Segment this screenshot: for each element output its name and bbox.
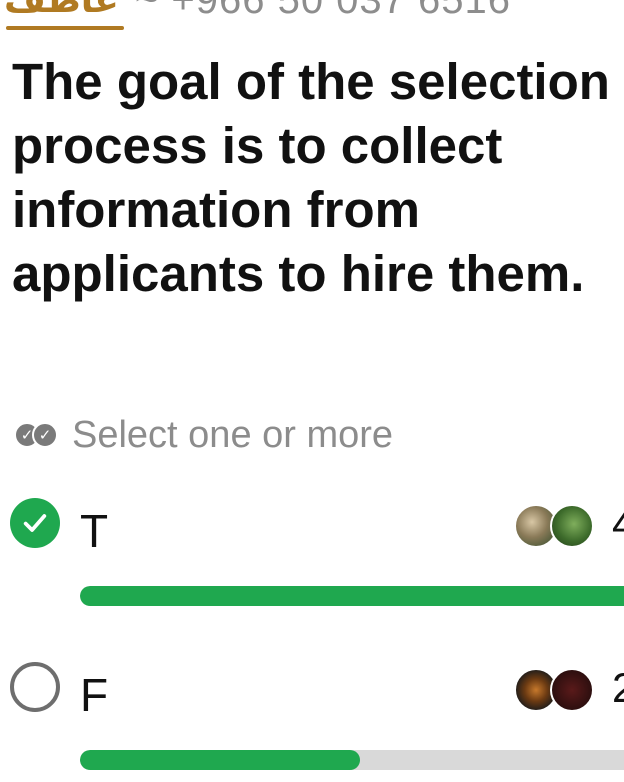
vote-bar-fill (80, 750, 360, 770)
vote-bar-track (80, 586, 624, 606)
sender-name-underline (6, 26, 124, 30)
avatar (550, 668, 594, 712)
vote-count: 2 (612, 664, 624, 711)
sender-line: عاطف ~ +966 50 037 6516 (0, 0, 624, 22)
checkmark-icon (23, 514, 47, 532)
voter-avatars[interactable] (514, 504, 604, 548)
poll-hint: ✓ ✓ Select one or more (12, 412, 393, 458)
poll-message: عاطف ~ +966 50 037 6516 The goal of the … (0, 0, 624, 782)
hint-text: Select one or more (72, 413, 394, 456)
option-t-checkbox[interactable] (10, 498, 60, 548)
option-label: F (80, 669, 109, 721)
vote-bar-fill (80, 586, 624, 606)
vote-bar-track (80, 750, 624, 770)
avatar (550, 504, 594, 548)
poll-question: The goal of the selection process is to … (12, 53, 610, 302)
option-label: T (80, 505, 109, 557)
voter-avatars[interactable] (514, 668, 604, 712)
vote-count: 4 (612, 500, 624, 547)
sender-name[interactable]: عاطف (4, 0, 119, 21)
option-f-checkbox[interactable] (10, 662, 60, 712)
double-check-icon: ✓ ✓ (12, 420, 64, 450)
sender-phone[interactable]: ~ +966 50 037 6516 (135, 0, 511, 23)
